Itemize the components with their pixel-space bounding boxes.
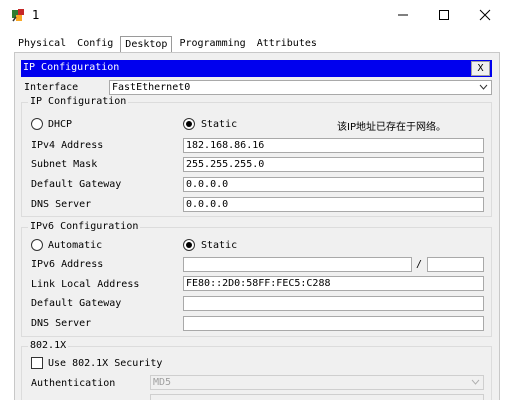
ipv6-address-label: IPv6 Address: [31, 259, 104, 270]
ipv6-prefix-input[interactable]: [427, 257, 484, 272]
dhcp-label: DHCP: [48, 119, 73, 130]
close-window-button[interactable]: [462, 0, 508, 30]
prefix-separator: /: [416, 259, 423, 270]
window-title: 1: [32, 8, 40, 22]
ipv4-address-input[interactable]: 182.168.86.16: [183, 138, 484, 153]
interface-select[interactable]: FastEthernet0: [109, 80, 492, 95]
link-local-address-input[interactable]: FE80::2D0:58FF:FEC5:C288: [183, 276, 484, 291]
window-titlebar: 1: [0, 0, 514, 32]
ipv6-dns-server-input[interactable]: [183, 316, 484, 331]
subnet-mask-label: Subnet Mask: [31, 159, 98, 170]
ipv6-address-input[interactable]: [183, 257, 412, 272]
ip-config-close-button[interactable]: X: [471, 61, 490, 76]
ipv6-default-gateway-input[interactable]: [183, 296, 484, 311]
chevron-down-icon: [471, 379, 480, 385]
tab-bar: Physical Config Desktop Programming Attr…: [14, 36, 324, 53]
close-icon: [479, 9, 491, 21]
authentication-label: Authentication: [31, 378, 116, 389]
dot1x-group: [21, 346, 492, 400]
ipv6-default-gateway-label: Default Gateway: [31, 298, 122, 309]
static-ipv4-radio[interactable]: [183, 118, 195, 130]
ip-config-header: IP Configuration X: [21, 60, 492, 77]
subnet-mask-input[interactable]: 255.255.255.0: [183, 157, 484, 172]
dot1x-group-title: 802.1X: [28, 340, 69, 351]
use-8021x-label: Use 802.1X Security: [48, 358, 163, 369]
dns-server-label: DNS Server: [31, 199, 92, 210]
minimize-icon: [398, 14, 408, 16]
ipv6-dns-server-label: DNS Server: [31, 318, 92, 329]
username-input[interactable]: [150, 394, 484, 400]
ip-config-title: IP Configuration: [23, 62, 120, 73]
tab-physical[interactable]: Physical: [14, 36, 70, 52]
dhcp-radio[interactable]: [31, 118, 43, 130]
ipv6-group-title: IPv6 Configuration: [28, 221, 141, 232]
interface-value: FastEthernet0: [112, 82, 191, 93]
interface-label: Interface: [24, 82, 79, 93]
static-ipv6-label: Static: [201, 240, 238, 251]
automatic-label: Automatic: [48, 240, 103, 251]
automatic-ipv6-radio[interactable]: [31, 239, 43, 251]
tab-programming[interactable]: Programming: [175, 36, 249, 52]
tab-attributes[interactable]: Attributes: [253, 36, 321, 52]
packet-tracer-pc-icon: [12, 9, 24, 22]
link-local-label: Link Local Address: [31, 279, 140, 290]
use-8021x-checkbox[interactable]: [31, 357, 43, 369]
default-gateway-input[interactable]: 0.0.0.0: [183, 177, 484, 192]
ipv4-address-label: IPv4 Address: [31, 140, 104, 151]
dns-server-input[interactable]: 0.0.0.0: [183, 197, 484, 212]
authentication-value: MD5: [153, 377, 172, 388]
tab-desktop[interactable]: Desktop: [120, 36, 173, 53]
maximize-icon: [439, 10, 449, 20]
ipv4-group-title: IP Configuration: [28, 96, 129, 107]
tab-config[interactable]: Config: [73, 36, 117, 52]
static-ipv4-label: Static: [201, 119, 238, 130]
authentication-select[interactable]: MD5: [150, 375, 484, 390]
maximize-button[interactable]: [421, 0, 467, 30]
default-gateway-label: Default Gateway: [31, 179, 122, 190]
ip-conflict-message: 该IP地址已存在于网络。: [337, 122, 446, 133]
minimize-button[interactable]: [380, 0, 426, 30]
chevron-down-icon: [479, 84, 488, 90]
static-ipv6-radio[interactable]: [183, 239, 195, 251]
